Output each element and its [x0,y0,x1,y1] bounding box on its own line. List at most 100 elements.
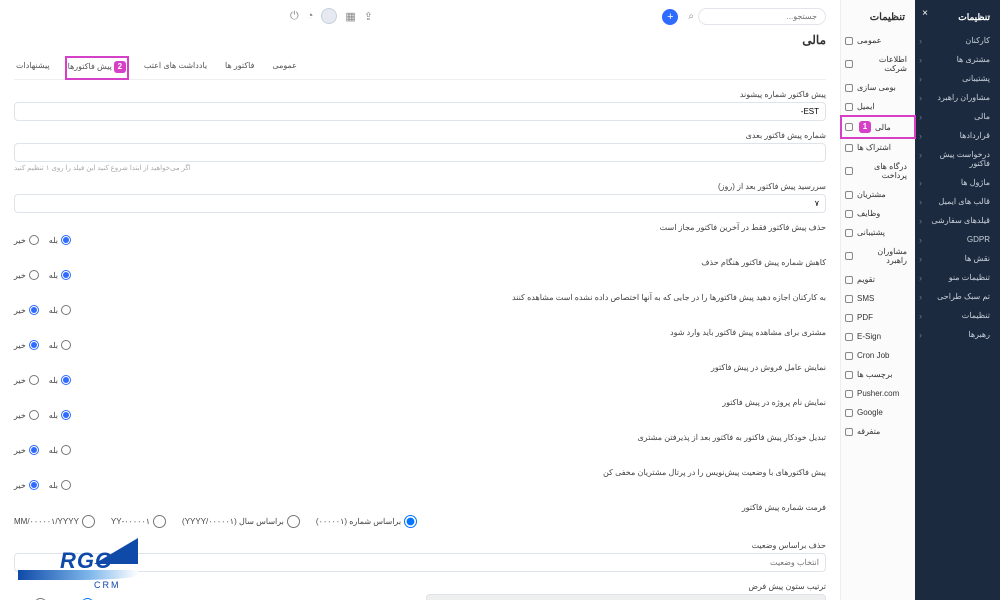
submenu-item-11[interactable]: تقویم [841,270,915,289]
sidebar-item-2[interactable]: پشتیبانی [915,69,1000,88]
submenu-item-9[interactable]: پشتیبانی [841,223,915,242]
submenu-item-2[interactable]: بومی سازی [841,78,915,97]
submenu-icon [845,60,853,68]
clock-icon[interactable]: ◔ [307,10,314,22]
sidebar-item-7[interactable]: ماژول ها [915,173,1000,192]
sidebar-item-15[interactable]: رهبرها [915,325,1000,344]
submenu-item-6[interactable]: درگاه های پرداخت [841,157,915,185]
sidebar-item-0[interactable]: کارکنان [915,31,1000,50]
sidebar-item-9[interactable]: قیلدهای سفارشی [915,211,1000,230]
submenu-item-14[interactable]: E-Sign [841,327,915,346]
share-icon[interactable]: ⇪ [364,10,373,23]
radio-yes[interactable]: بله [49,305,71,315]
submenu-title: تنظیمات [841,8,915,31]
radio-no[interactable]: خیر [14,270,39,280]
field-next-number: شماره پیش فاکتور بعدی اگر می‌خواهید از ا… [14,131,826,172]
radio-yes[interactable]: بله [49,270,71,280]
input-prefix[interactable] [14,102,826,121]
sidebar-item-8[interactable]: قالب های ایمیل [915,192,1000,211]
submenu-item-18[interactable]: Google [841,403,915,422]
fmt-option-3[interactable]: MM/۰۰۰۰۰۱/YYYY [14,515,95,528]
tab-2[interactable]: یادداشت های اعتب [142,57,209,79]
submenu-item-16[interactable]: برچسب ها [841,365,915,384]
power-icon[interactable]: ⏻ [290,10,299,23]
search-input[interactable] [698,8,826,25]
sidebar-item-3[interactable]: مشاوران راهبرد [915,88,1000,107]
submenu-icon [845,428,853,436]
radio-yes[interactable]: بله [49,375,71,385]
main-content: ⌕ + ⇪ ▦ ◔ ⏻ مالی عمومیفاکتور هایادداشت ه… [0,0,840,600]
tab-4[interactable]: پیشنهادات [14,57,52,79]
tab-1[interactable]: فاکتور ها [223,57,256,79]
radio-no[interactable]: خیر [14,445,39,455]
option-row-3: مشتری برای مشاهده پیش فاکتور باید وارد ش… [14,328,826,353]
submenu-item-10[interactable]: مشاوران راهبرد [841,242,915,270]
field-prefix: پیش فاکتور شماره پیشوند [14,90,826,121]
tab-3[interactable]: 2پیش فاکتورها [66,57,128,79]
radio-yes[interactable]: بله [49,340,71,350]
submenu-item-5[interactable]: اشتراک ها [841,138,915,157]
option-label: پیش فاکتورهای با وضعیت پیش‌نویس را در پر… [14,468,826,477]
close-icon[interactable]: × [922,8,928,19]
add-button[interactable]: + [662,9,678,25]
tabs: عمومی فاکتور ها یادداشت های اعتب 2پیش فاکتو… [14,57,826,80]
sidebar-item-11[interactable]: نقش ها [915,249,1000,268]
submenu-icon [845,252,853,260]
submenu-item-4[interactable]: مالی1 [841,116,915,138]
select-sort-field[interactable]: ترتیب ستون [426,594,826,600]
radio-no[interactable]: خیر [14,305,39,315]
submenu-item-12[interactable]: SMS [841,289,915,308]
option-row-2: به کارکنان اجازه دهید پیش فاکتورها را در… [14,293,826,318]
avatar[interactable] [321,8,337,24]
radio-no[interactable]: خیر [14,340,39,350]
radio-yes[interactable]: بله [49,235,71,245]
fmt-option-1[interactable]: براساس سال (YYYY/۰۰۰۰۰۱) [182,515,300,528]
submenu-item-15[interactable]: Cron Job [841,346,915,365]
grid-icon[interactable]: ▦ [345,10,355,23]
topbar: ⌕ + ⇪ ▦ ◔ ⏻ [14,8,826,25]
radio-yes[interactable]: بله [49,410,71,420]
submenu-item-19[interactable]: متفرقه [841,422,915,441]
submenu-icon [845,123,853,131]
radio-no[interactable]: خیر [14,235,39,245]
submenu-icon [845,229,853,237]
fmt-option-2[interactable]: ۰۰۰۰۰۱-YY [111,515,166,528]
submenu-item-0[interactable]: عمومی [841,31,915,50]
submenu-item-8[interactable]: وظایف [841,204,915,223]
submenu-icon [845,409,853,417]
sidebar-item-13[interactable]: تم سبک طراحی [915,287,1000,306]
option-label: تبدیل خودکار پیش فاکتور به فاکتور بعد از… [14,433,826,442]
radio-no[interactable]: خیر [14,480,39,490]
submenu-item-1[interactable]: اطلاعات شرکت [841,50,915,78]
sidebar-item-5[interactable]: قراردادها [915,126,1000,145]
option-row-5: نمایش نام پروژه در پیش فاکتوربلهخیر [14,398,826,423]
submenu-icon [845,390,853,398]
radio-no[interactable]: خیر [14,375,39,385]
sidebar-item-14[interactable]: تنظیمات [915,306,1000,325]
input-next[interactable] [14,143,826,162]
fmt-option-0[interactable]: براساس شماره (۰۰۰۰۰۱) [316,515,417,528]
radio-no[interactable]: خیر [14,410,39,420]
submenu-item-17[interactable]: Pusher.com [841,384,915,403]
option-label: کاهش شماره پیش فاکتور هنگام حذف [14,258,826,267]
sidebar-item-10[interactable]: GDPR [915,230,1000,249]
sidebar-item-6[interactable]: درخواست پیش فاکتور [915,145,1000,173]
sidebar-item-12[interactable]: تنظیمات منو [915,268,1000,287]
sidebar-item-4[interactable]: مالی [915,107,1000,126]
submenu-item-13[interactable]: PDF [841,308,915,327]
radio-yes[interactable]: بله [49,445,71,455]
submenu-item-3[interactable]: ایمیل [841,97,915,116]
label-next: شماره پیش فاکتور بعدی [14,131,826,140]
submenu-icon [845,84,853,92]
submenu-item-7[interactable]: مشتریان [841,185,915,204]
input-due[interactable] [14,194,826,213]
tab-0[interactable]: عمومی [270,57,298,79]
radio-yes[interactable]: بله [49,480,71,490]
sidebar-item-1[interactable]: مشتری ها [915,50,1000,69]
topbar-actions: ⇪ ▦ ◔ ⏻ [290,8,373,24]
submenu-icon [845,144,853,152]
option-row-4: نمایش عامل فروش در پیش فاکتوربلهخیر [14,363,826,388]
search-icon[interactable]: ⌕ [688,11,694,22]
label-sort: ترتیب ستون پیش فرض [426,582,826,591]
submenu-icon [845,276,853,284]
